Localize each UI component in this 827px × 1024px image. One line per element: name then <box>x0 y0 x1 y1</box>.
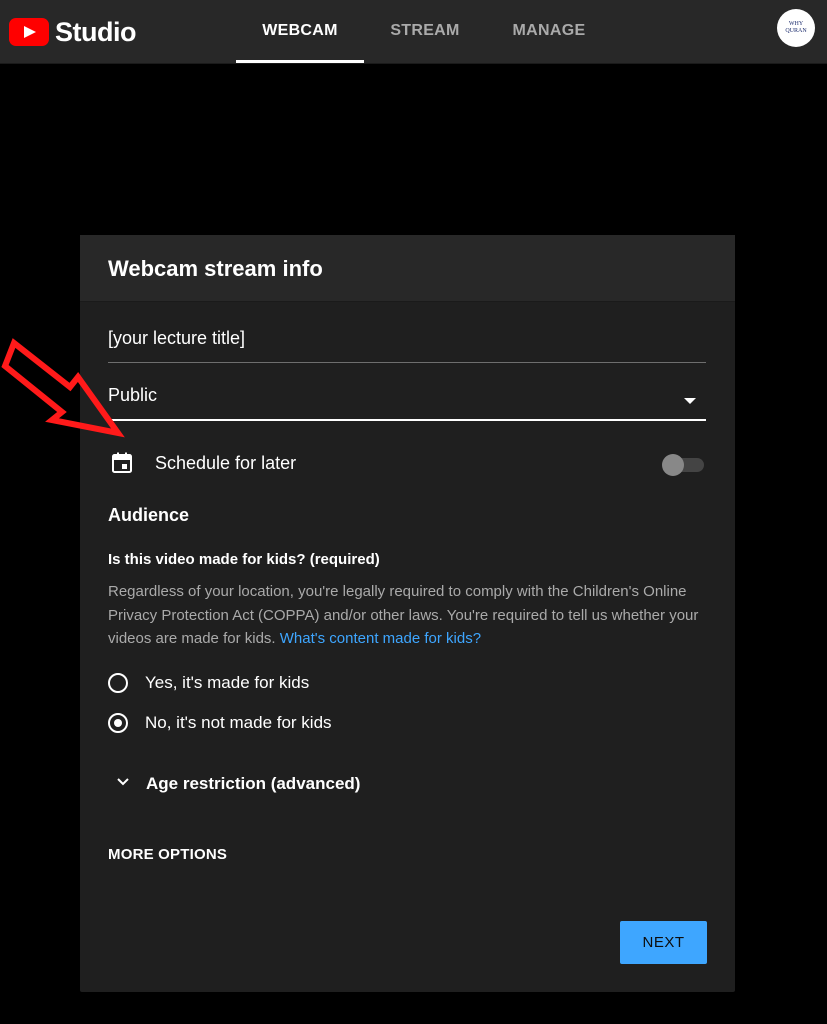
age-restriction-expander[interactable]: Age restriction (advanced) <box>108 773 508 797</box>
made-for-kids-description: Regardless of your location, you're lega… <box>108 580 708 651</box>
radio-no-label: No, it's not made for kids <box>145 713 332 732</box>
schedule-toggle[interactable] <box>662 453 706 476</box>
top-app-bar: Studio WEBCAM STREAM MANAGE WHY QURAN <box>0 0 827 64</box>
dropdown-arrow-icon <box>684 398 696 404</box>
tab-stream[interactable]: STREAM <box>373 0 477 63</box>
youtube-studio-logo[interactable]: Studio <box>9 17 136 47</box>
tab-webcam[interactable]: WEBCAM <box>236 0 364 63</box>
radio-unchecked-icon <box>108 673 128 693</box>
schedule-row: Schedule for later <box>108 449 706 479</box>
privacy-select[interactable]: Public <box>108 385 706 421</box>
avatar-text-bottom: QURAN <box>785 28 807 34</box>
dialog-header: Webcam stream info <box>80 235 735 302</box>
radio-checked-icon <box>108 713 128 733</box>
next-button[interactable]: NEXT <box>620 921 707 964</box>
calendar-icon <box>112 452 132 473</box>
content-made-for-kids-link[interactable]: What's content made for kids? <box>280 630 481 647</box>
more-options-button[interactable]: MORE OPTIONS <box>108 846 227 863</box>
avatar[interactable]: WHY QURAN <box>777 9 815 47</box>
tab-manage[interactable]: MANAGE <box>497 0 601 63</box>
radio-yes-label: Yes, it's made for kids <box>145 673 310 692</box>
youtube-play-icon <box>9 18 49 46</box>
chevron-down-icon <box>117 778 129 786</box>
dialog-title: Webcam stream info <box>108 256 323 281</box>
audience-heading: Audience <box>108 505 190 525</box>
made-for-kids-question: Is this video made for kids? (required) <box>108 551 380 568</box>
radio-no-not-made-for-kids[interactable]: No, it's not made for kids <box>108 713 368 739</box>
age-restriction-label: Age restriction (advanced) <box>146 774 361 793</box>
radio-yes-made-for-kids[interactable]: Yes, it's made for kids <box>108 673 368 699</box>
schedule-label: Schedule for later <box>155 453 297 473</box>
red-arrow-annotation-icon <box>1 338 125 438</box>
app-name: Studio <box>55 16 136 47</box>
avatar-text-top: WHY <box>788 21 804 27</box>
webcam-stream-info-dialog: Webcam stream info [your lecture title] … <box>80 235 735 992</box>
title-input[interactable]: [your lecture title] <box>108 328 706 363</box>
toggle-thumb <box>662 454 684 476</box>
